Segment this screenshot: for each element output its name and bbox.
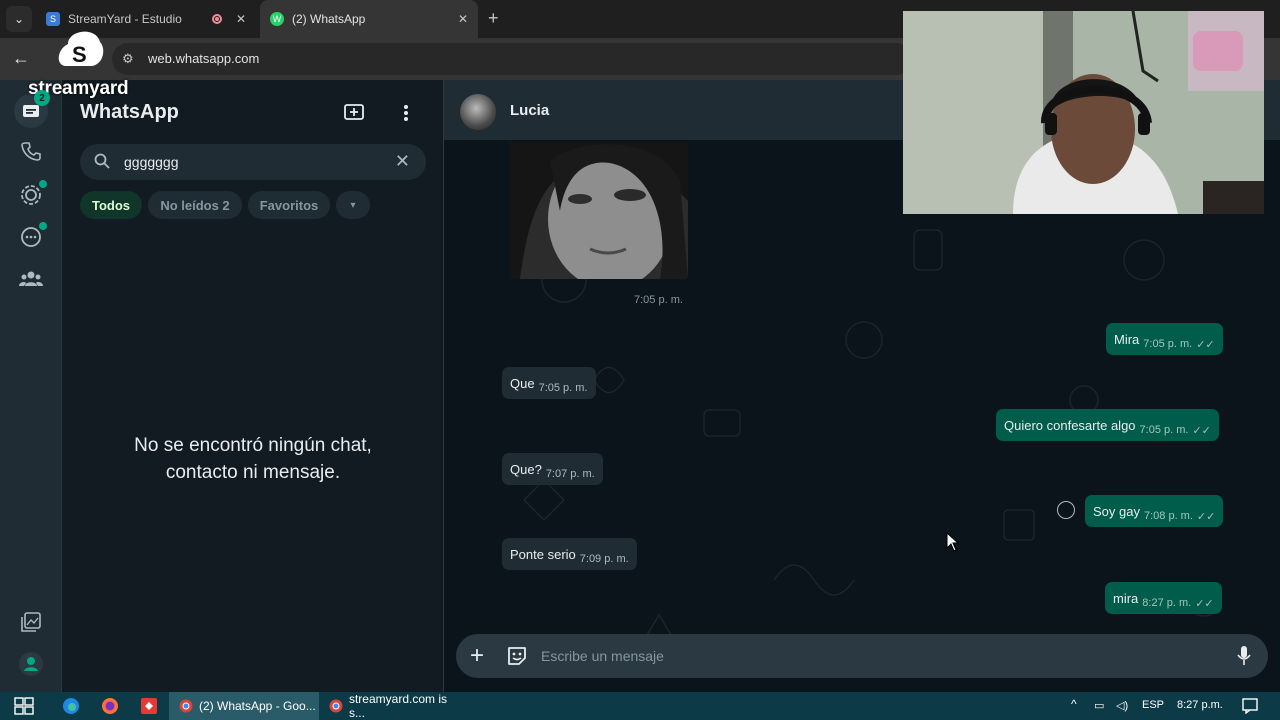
sticker-icon[interactable]	[506, 645, 528, 667]
filter-favorites[interactable]: Favoritos	[248, 191, 330, 219]
webcam-video	[903, 11, 1264, 214]
attach-plus-icon[interactable]: +	[470, 642, 484, 670]
svg-text:S: S	[72, 42, 87, 67]
communities-icon[interactable]	[17, 264, 45, 292]
url-text: web.whatsapp.com	[148, 51, 260, 66]
whatsapp-favicon-icon: W	[270, 12, 284, 26]
tab-whatsapp[interactable]: W (2) WhatsApp ✕	[260, 0, 478, 38]
edge-icon[interactable]	[62, 692, 82, 720]
unread-badge: 2	[34, 90, 50, 106]
tab-close-icon[interactable]: ✕	[458, 12, 468, 26]
profile-avatar-icon[interactable]	[17, 650, 45, 678]
media-icon[interactable]	[17, 608, 45, 636]
read-receipt-icon: ✓✓	[1195, 597, 1214, 610]
message-text: Que	[510, 375, 535, 391]
image-timestamp: 7:05 p. m.	[634, 294, 683, 306]
app-title: WhatsApp	[80, 101, 179, 123]
contact-avatar[interactable]	[460, 94, 496, 130]
battery-icon[interactable]: ▭	[1094, 699, 1104, 712]
message-time: 7:07 p. m.	[545, 468, 595, 480]
search-value: ggggggg	[124, 154, 179, 170]
clock[interactable]: 8:27 p.m.	[1177, 699, 1223, 711]
emoji-reaction-icon[interactable]	[1057, 501, 1075, 519]
start-icon[interactable]	[14, 697, 34, 715]
clear-search-icon[interactable]: ✕	[395, 151, 410, 172]
message-text: Que?	[510, 461, 542, 477]
message-outgoing[interactable]: mira 8:27 p. m. ✓✓	[1105, 582, 1222, 614]
message-time: 7:05 p. m.	[538, 382, 588, 394]
menu-icon[interactable]	[394, 101, 418, 125]
empty-search-message: No se encontró ningún chat, contacto ni …	[62, 432, 444, 486]
app-icon[interactable]	[140, 692, 160, 720]
message-incoming[interactable]: Que 7:05 p. m.	[502, 367, 596, 399]
empty-line-1: No se encontró ningún chat,	[134, 435, 372, 456]
chrome-icon	[329, 699, 343, 713]
firefox-icon[interactable]	[101, 692, 121, 720]
streamyard-logo: S streamyard	[28, 22, 148, 100]
webcam-overlay	[903, 11, 1264, 214]
notifications-icon[interactable]	[1242, 698, 1258, 714]
new-tab-button[interactable]: +	[488, 8, 499, 29]
message-composer: + Escribe un mensaje	[456, 634, 1268, 678]
message-time: 7:09 p. m.	[579, 553, 629, 565]
chat-list-panel: WhatsApp ggggggg ✕ Todos No leídos 2 Fav…	[62, 80, 444, 692]
search-icon	[94, 153, 110, 169]
nav-rail	[0, 80, 62, 692]
message-text: Quiero confesarte algo	[1004, 417, 1136, 433]
message-outgoing[interactable]: Mira 7:05 p. m. ✓✓	[1106, 323, 1223, 355]
language-indicator[interactable]: ESP	[1142, 699, 1164, 711]
channels-dot	[39, 222, 47, 230]
image-message[interactable]	[510, 141, 688, 279]
status-dot	[39, 180, 47, 188]
message-text: Mira	[1114, 331, 1140, 347]
empty-line-2: contacto ni mensaje.	[165, 462, 341, 483]
search-input[interactable]: ggggggg ✕	[80, 144, 426, 180]
contact-name[interactable]: Lucia	[510, 102, 549, 119]
chrome-icon	[179, 699, 193, 713]
photo-thumbnail	[510, 141, 688, 279]
message-time: 7:05 p. m.	[1143, 338, 1193, 350]
message-incoming[interactable]: Que? 7:07 p. m.	[502, 453, 603, 485]
filter-unread[interactable]: No leídos 2	[148, 191, 242, 219]
taskbar-item-label: streamyard.com is s...	[348, 692, 447, 720]
tab-title: (2) WhatsApp	[292, 12, 366, 26]
streamyard-emblem-icon: S	[58, 31, 104, 67]
taskbar: (2) WhatsApp - Goo... streamyard.com is …	[0, 692, 1280, 720]
read-receipt-icon: ✓✓	[1196, 338, 1215, 351]
tab-close-icon[interactable]: ✕	[236, 12, 246, 26]
taskbar-item-label: (2) WhatsApp - Goo...	[199, 699, 316, 713]
new-chat-icon[interactable]	[342, 101, 366, 125]
message-time: 7:08 p. m.	[1143, 510, 1193, 522]
recording-icon	[212, 14, 222, 24]
volume-icon[interactable]: ◁)	[1116, 699, 1128, 712]
message-input[interactable]: Escribe un mensaje	[541, 648, 664, 664]
filter-all[interactable]: Todos	[80, 191, 142, 219]
message-time: 7:05 p. m.	[1139, 424, 1189, 436]
microphone-icon[interactable]	[1236, 645, 1252, 667]
omnibox[interactable]: ⚙ web.whatsapp.com	[112, 43, 912, 75]
tray-expand-icon[interactable]: ^	[1071, 697, 1077, 711]
message-text: mira	[1113, 590, 1139, 606]
message-text: Soy gay	[1093, 503, 1140, 519]
taskbar-streamyard-window[interactable]: streamyard.com is s...	[321, 692, 466, 720]
message-outgoing[interactable]: Soy gay 7:08 p. m. ✓✓	[1085, 495, 1224, 527]
message-time: 8:27 p. m.	[1142, 597, 1192, 609]
message-outgoing[interactable]: Quiero confesarte algo 7:05 p. m. ✓✓	[996, 409, 1219, 441]
calls-icon[interactable]	[17, 137, 45, 165]
read-receipt-icon: ✓✓	[1196, 510, 1216, 523]
message-incoming[interactable]: Ponte serio 7:09 p. m.	[502, 538, 637, 570]
taskbar-whatsapp-window[interactable]: (2) WhatsApp - Goo...	[169, 692, 319, 720]
filter-more-chevron-icon[interactable]: ▾	[336, 191, 370, 219]
mouse-cursor-icon	[946, 532, 960, 552]
read-receipt-icon: ✓✓	[1192, 424, 1211, 437]
message-text: Ponte serio	[510, 546, 576, 562]
